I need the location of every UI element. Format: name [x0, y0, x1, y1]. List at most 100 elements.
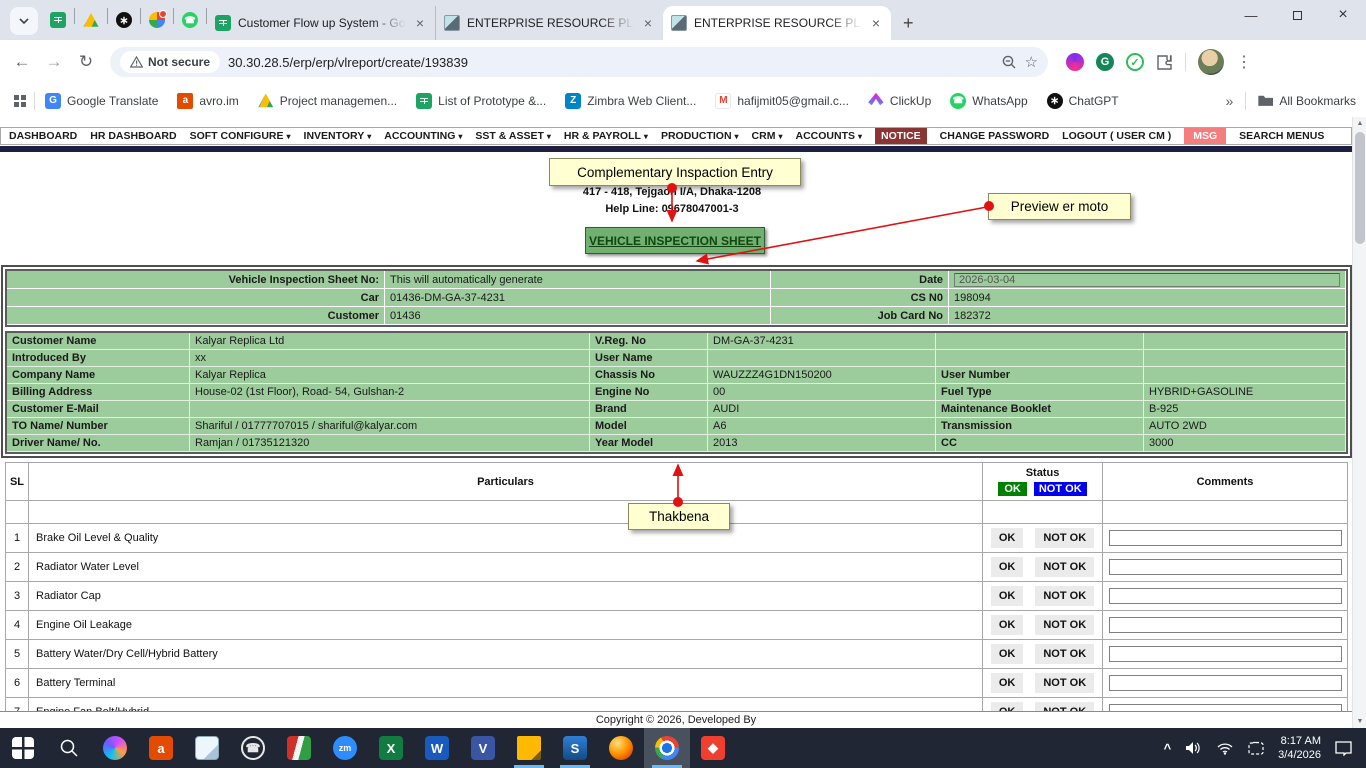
- nav-item[interactable]: DASHBOARD: [9, 130, 77, 142]
- tray-chevron-icon[interactable]: ^: [1164, 741, 1172, 756]
- taskbar-start-icon[interactable]: [0, 728, 46, 768]
- zoom-page-icon[interactable]: [1001, 54, 1017, 70]
- bookmark-item[interactable]: ClickUp: [868, 93, 931, 109]
- taskbar-zoom-app-icon[interactable]: zm: [322, 728, 368, 768]
- taskbar-sticky-notes-icon[interactable]: [506, 728, 552, 768]
- ok-button[interactable]: OK: [991, 586, 1024, 606]
- ok-button[interactable]: OK: [991, 673, 1024, 693]
- nav-item[interactable]: CRM▾: [752, 130, 783, 142]
- notok-button[interactable]: NOT OK: [1035, 528, 1094, 548]
- tab-search-chevron-icon[interactable]: [10, 7, 38, 35]
- pinned-tab[interactable]: [141, 3, 173, 37]
- notok-button[interactable]: NOT OK: [1035, 644, 1094, 664]
- extension-leaf-icon[interactable]: ✓: [1126, 53, 1144, 71]
- scrollbar-thumb[interactable]: [1355, 132, 1365, 244]
- pinned-tab[interactable]: ☎: [174, 3, 206, 37]
- comment-input[interactable]: [1109, 646, 1342, 662]
- bookmark-item[interactable]: ∗ChatGPT: [1047, 93, 1119, 109]
- bookmark-item[interactable]: Mhafijmit05@gmail.c...: [715, 93, 849, 109]
- nav-item[interactable]: SOFT CONFIGURE▾: [190, 130, 291, 142]
- reload-button[interactable]: ↻: [72, 48, 100, 76]
- bookmark-item[interactable]: ☎WhatsApp: [950, 93, 1027, 109]
- bookmarks-overflow-icon[interactable]: »: [1226, 93, 1234, 109]
- ok-button[interactable]: OK: [991, 557, 1024, 577]
- taskbar-excel-icon[interactable]: X: [368, 728, 414, 768]
- tab-close-icon[interactable]: ×: [413, 15, 427, 31]
- comment-input[interactable]: [1109, 530, 1342, 546]
- comment-input[interactable]: [1109, 559, 1342, 575]
- restore-button[interactable]: [1274, 0, 1320, 30]
- pinned-tab[interactable]: ∗: [108, 3, 140, 37]
- taskbar-erp-app-icon[interactable]: [276, 728, 322, 768]
- taskbar-word-icon[interactable]: W: [414, 728, 460, 768]
- notok-button[interactable]: NOT OK: [1035, 586, 1094, 606]
- browser-menu-icon[interactable]: ⋮: [1236, 52, 1252, 72]
- bookmark-item[interactable]: Project managemen...: [258, 93, 397, 109]
- grammarly-icon[interactable]: G: [1096, 53, 1114, 71]
- ok-button[interactable]: OK: [991, 615, 1024, 635]
- browser-tab[interactable]: ENTERPRISE RESOURCE PLANN×: [663, 6, 891, 40]
- comment-input[interactable]: [1109, 617, 1342, 633]
- taskbar-chrome-icon[interactable]: [644, 728, 690, 768]
- bookmark-item[interactable]: GGoogle Translate: [45, 93, 158, 109]
- taskbar-s-app-icon[interactable]: S: [552, 728, 598, 768]
- close-button[interactable]: ×: [1320, 0, 1366, 30]
- apps-grid-icon[interactable]: [14, 95, 26, 107]
- nav-item[interactable]: MSG: [1184, 128, 1226, 144]
- extensions-puzzle-icon[interactable]: [1156, 54, 1173, 71]
- bookmark-star-icon[interactable]: ☆: [1025, 53, 1038, 71]
- nav-item[interactable]: ACCOUNTS▾: [795, 130, 862, 142]
- comment-input[interactable]: [1109, 675, 1342, 691]
- scrollbar-up-icon[interactable]: ▲: [1353, 120, 1366, 127]
- date-input[interactable]: 2026-03-04: [954, 273, 1340, 287]
- scrollbar-down-icon[interactable]: ▼: [1353, 718, 1366, 725]
- taskbar-avro-icon[interactable]: a: [138, 728, 184, 768]
- pinned-tab[interactable]: [42, 3, 74, 37]
- bookmark-item[interactable]: aavro.im: [177, 93, 238, 109]
- bookmark-item[interactable]: List of Prototype &...: [416, 93, 546, 109]
- speaker-icon[interactable]: [1185, 741, 1202, 755]
- nav-item[interactable]: PRODUCTION▾: [661, 130, 739, 142]
- taskbar-notepad-icon[interactable]: [184, 728, 230, 768]
- taskbar-copilot-icon[interactable]: [92, 728, 138, 768]
- nav-item[interactable]: HR DASHBOARD: [90, 130, 176, 142]
- notok-button[interactable]: NOT OK: [1035, 615, 1094, 635]
- tab-close-icon[interactable]: ×: [641, 15, 655, 31]
- not-secure-chip[interactable]: Not secure: [120, 51, 220, 73]
- nav-item[interactable]: CHANGE PASSWORD: [940, 130, 1049, 142]
- taskbar-search-icon[interactable]: [46, 728, 92, 768]
- address-bar[interactable]: Not secure 30.30.28.5/erp/erp/vlreport/c…: [110, 47, 1048, 77]
- extension-icon[interactable]: [1066, 53, 1084, 71]
- ime-language-icon[interactable]: [1248, 741, 1264, 755]
- browser-tab[interactable]: Customer Flow up System - Goo×: [207, 6, 435, 40]
- nav-item[interactable]: SST & ASSET▾: [475, 130, 550, 142]
- pinned-tab[interactable]: [75, 3, 107, 37]
- nav-item[interactable]: INVENTORY▾: [304, 130, 372, 142]
- nav-item[interactable]: SEARCH MENUS: [1239, 130, 1324, 142]
- forward-button[interactable]: →: [40, 48, 68, 76]
- browser-tab[interactable]: ENTERPRISE RESOURCE PLANN×: [435, 6, 663, 40]
- new-tab-button[interactable]: +: [891, 13, 926, 40]
- nav-item[interactable]: LOGOUT ( USER CM ): [1062, 130, 1171, 142]
- vehicle-inspection-sheet-button[interactable]: VEHICLE INSPECTION SHEET: [585, 227, 765, 254]
- nav-item[interactable]: NOTICE: [875, 128, 927, 144]
- all-bookmarks-button[interactable]: All Bookmarks: [1258, 94, 1356, 108]
- ok-button[interactable]: OK: [991, 528, 1024, 548]
- taskbar-whatsapp-icon[interactable]: ☎: [230, 728, 276, 768]
- nav-item[interactable]: HR & PAYROLL▾: [564, 130, 648, 142]
- taskbar-everything-icon[interactable]: ◆: [690, 728, 736, 768]
- notok-button[interactable]: NOT OK: [1035, 557, 1094, 577]
- tab-close-icon[interactable]: ×: [869, 15, 883, 31]
- ok-button[interactable]: OK: [991, 644, 1024, 664]
- taskbar-visio-icon[interactable]: V: [460, 728, 506, 768]
- nav-item[interactable]: ACCOUNTING▾: [384, 130, 462, 142]
- back-button[interactable]: ←: [8, 48, 36, 76]
- profile-avatar[interactable]: [1198, 49, 1224, 75]
- comment-input[interactable]: [1109, 588, 1342, 604]
- taskbar-firefox-icon[interactable]: [598, 728, 644, 768]
- tray-clock[interactable]: 8:17 AM 3/4/2026: [1278, 734, 1321, 762]
- notification-center-icon[interactable]: [1335, 741, 1352, 756]
- page-scrollbar[interactable]: ▲ ▼: [1352, 117, 1366, 728]
- bookmark-item[interactable]: ZZimbra Web Client...: [565, 93, 696, 109]
- wifi-icon[interactable]: [1216, 741, 1234, 755]
